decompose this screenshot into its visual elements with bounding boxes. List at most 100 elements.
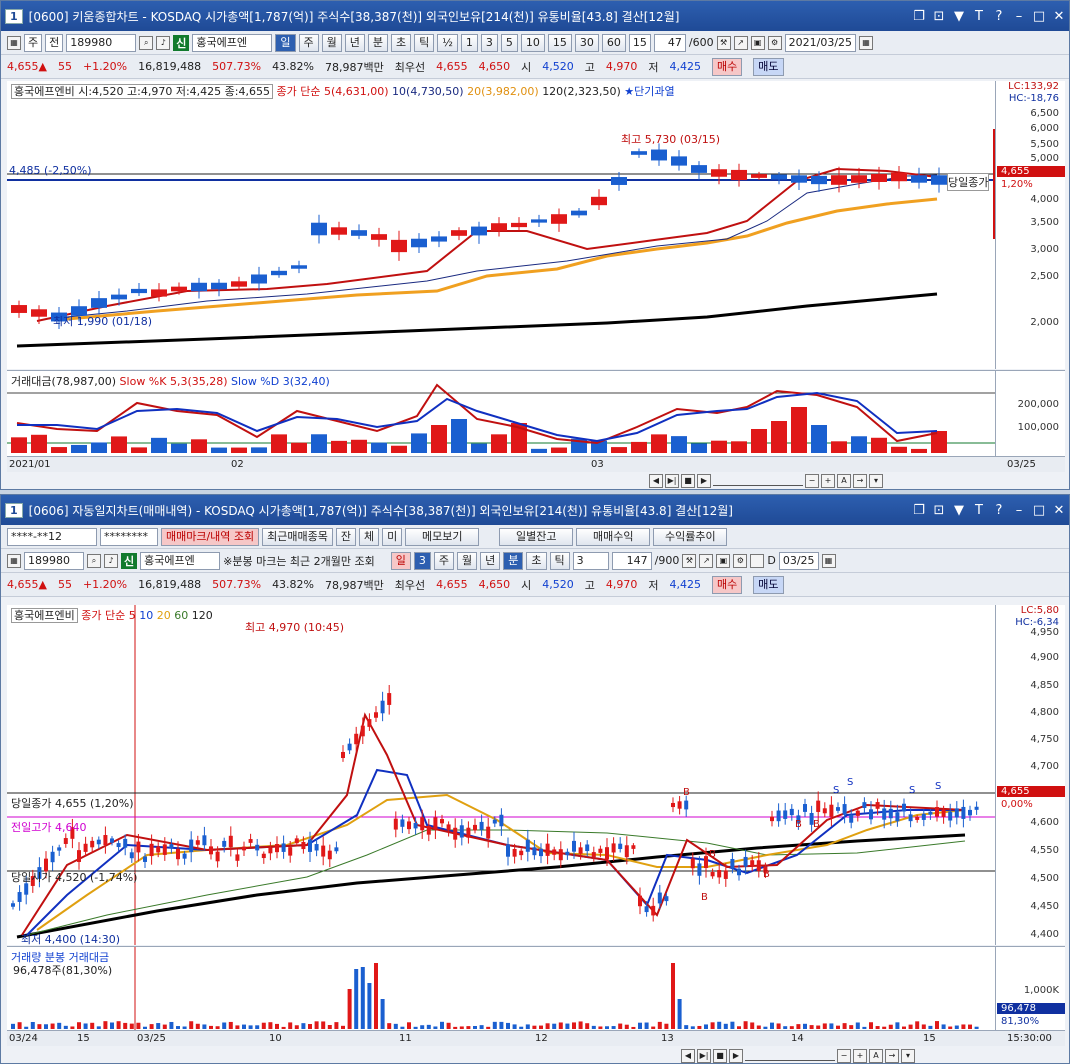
unit-tick[interactable]: 틱 — [549, 551, 570, 570]
code-input[interactable]: 189980 — [66, 33, 137, 52]
balance-button[interactable]: 잔 — [335, 527, 357, 546]
draw-icon[interactable]: ↗ — [699, 553, 714, 568]
unit-week[interactable]: 주 — [298, 33, 319, 52]
day-count-select[interactable]: 3 — [413, 551, 431, 570]
minute-price-chart[interactable]: B B B B B B S S S S 홍국에프엔비 종가 단순 5 10 20… — [7, 605, 1065, 946]
price-chart[interactable]: 홍국에프엔비 시:4,520 고:4,970 저:4,425 종:4,655 종… — [7, 81, 1065, 369]
pin-icon[interactable]: ▼ — [949, 503, 969, 518]
volume-stochastic-chart[interactable]: 거래대금(78,987,00) Slow %K 5,3(35,28) Slow … — [7, 370, 1065, 457]
save-icon[interactable]: ▣ — [716, 553, 731, 568]
half-button[interactable]: ½ — [437, 33, 458, 52]
restore-icon[interactable]: ❐ — [909, 503, 929, 518]
trade-mark-query-button[interactable]: 매매마크/내역 조회 — [161, 527, 260, 546]
code-input[interactable]: 189980 — [24, 551, 84, 570]
interval-30[interactable]: 30 — [574, 33, 599, 52]
text-size-icon[interactable]: T — [969, 503, 989, 518]
search-icon[interactable]: ⌕ — [139, 35, 154, 50]
trade-profit-button[interactable]: 매매수익 — [576, 527, 651, 546]
play-icon[interactable]: ▶ — [697, 474, 711, 488]
daily-balance-button[interactable]: 일별잔고 — [499, 527, 574, 546]
zoom-slider[interactable] — [713, 476, 803, 486]
date-input[interactable]: 03/25 — [778, 551, 819, 570]
font-icon[interactable]: A — [837, 474, 851, 488]
interval-10[interactable]: 10 — [520, 33, 545, 52]
unit-second[interactable]: 초 — [391, 33, 412, 52]
calendar-icon[interactable]: ▦ — [821, 553, 836, 568]
save-icon[interactable]: ▣ — [750, 35, 765, 50]
legend-stock[interactable]: 홍국에프엔비 — [11, 608, 78, 623]
buy-button[interactable]: 매수 — [712, 57, 743, 76]
unit-month[interactable]: 월 — [321, 33, 342, 52]
tool-icon[interactable]: ⚒ — [682, 553, 697, 568]
arrow-icon[interactable]: → — [853, 474, 867, 488]
recent-trades-button[interactable]: 최근매매종목 — [262, 527, 333, 546]
interval-60[interactable]: 60 — [601, 33, 626, 52]
sell-button[interactable]: 매도 — [753, 57, 784, 76]
pending-button[interactable]: 미 — [382, 527, 403, 546]
calendar-icon[interactable]: ▦ — [859, 35, 874, 50]
d-checkbox[interactable] — [750, 553, 765, 568]
grid-icon[interactable]: ▦ — [7, 35, 21, 50]
draw-icon[interactable]: ↗ — [733, 35, 748, 50]
date-input[interactable]: 2021/03/25 — [784, 33, 857, 52]
more-icon[interactable]: ▾ — [869, 474, 883, 488]
tick-select[interactable]: 3 — [572, 551, 609, 570]
unit-day[interactable]: 일 — [275, 33, 296, 52]
unit-minute[interactable]: 분 — [503, 551, 524, 570]
interval-1[interactable]: 1 — [460, 33, 478, 52]
scroll-left-icon[interactable]: ◀ — [681, 1049, 695, 1063]
help-icon[interactable]: ? — [989, 9, 1009, 24]
link-icon[interactable]: ⊡ — [929, 503, 949, 518]
unit-second[interactable]: 초 — [526, 551, 547, 570]
unit-tick[interactable]: 틱 — [414, 33, 435, 52]
legend-stock[interactable]: 홍국에프엔비 시:4,520 고:4,970 저:4,425 종:4,655 — [11, 84, 273, 99]
zoom-slider[interactable] — [745, 1051, 835, 1061]
unit-day[interactable]: 일 — [390, 551, 411, 570]
zoom-out-icon[interactable]: − — [837, 1049, 851, 1063]
minimize-icon[interactable]: – — [1009, 503, 1029, 518]
minute-volume-chart[interactable]: 거래량 분봉 거래대금 96,478주(81,30%) 1,000K 96,47… — [7, 946, 1065, 1031]
unit-minute[interactable]: 분 — [367, 33, 388, 52]
settings-icon[interactable]: ⚙ — [733, 553, 748, 568]
unit-year[interactable]: 년 — [344, 33, 365, 52]
more-icon[interactable]: ▾ — [901, 1049, 915, 1063]
zoom-in-icon[interactable]: + — [853, 1049, 867, 1063]
play-icon[interactable]: ▶ — [729, 1049, 743, 1063]
minimize-icon[interactable]: – — [1009, 9, 1029, 24]
unit-week[interactable]: 주 — [433, 551, 455, 570]
arrow-icon[interactable]: → — [885, 1049, 899, 1063]
maximize-icon[interactable]: □ — [1029, 9, 1049, 24]
unit-year[interactable]: 년 — [480, 551, 501, 570]
close-icon[interactable]: ✕ — [1049, 9, 1069, 24]
scroll-end-icon[interactable]: ▶| — [697, 1049, 711, 1063]
sell-button[interactable]: 매도 — [753, 575, 784, 594]
executed-button[interactable]: 체 — [359, 527, 380, 546]
count-input[interactable]: 147 — [611, 551, 652, 570]
buy-button[interactable]: 매수 — [712, 575, 743, 594]
market-select[interactable]: 전 — [45, 33, 64, 52]
memo-button[interactable]: 메모보기 — [405, 527, 480, 546]
text-size-icon[interactable]: T — [969, 9, 989, 24]
interval-select[interactable]: 15 — [628, 33, 651, 52]
zoom-out-icon[interactable]: − — [805, 474, 819, 488]
tool-icon[interactable]: ⚒ — [716, 35, 731, 50]
font-icon[interactable]: A — [869, 1049, 883, 1063]
count-input[interactable]: 47 — [653, 33, 686, 52]
link-icon[interactable]: ⊡ — [929, 9, 949, 24]
return-trend-button[interactable]: 수익률추이 — [653, 527, 728, 546]
stop-icon[interactable]: ■ — [713, 1049, 727, 1063]
interval-3[interactable]: 3 — [480, 33, 498, 52]
sound-icon[interactable]: ♪ — [156, 35, 171, 50]
search-icon[interactable]: ⌕ — [87, 553, 101, 568]
period-select[interactable]: 주 — [24, 33, 43, 52]
restore-icon[interactable]: ❐ — [909, 9, 929, 24]
account-select[interactable]: ****-**12 — [7, 527, 97, 546]
grid-icon[interactable]: ▦ — [7, 553, 21, 568]
scroll-left-icon[interactable]: ◀ — [649, 474, 663, 488]
pin-icon[interactable]: ▼ — [949, 9, 969, 24]
settings-icon[interactable]: ⚙ — [767, 35, 782, 50]
password-input[interactable]: ******** — [100, 527, 158, 546]
maximize-icon[interactable]: □ — [1029, 503, 1049, 518]
interval-15[interactable]: 15 — [547, 33, 572, 52]
interval-5[interactable]: 5 — [500, 33, 518, 52]
